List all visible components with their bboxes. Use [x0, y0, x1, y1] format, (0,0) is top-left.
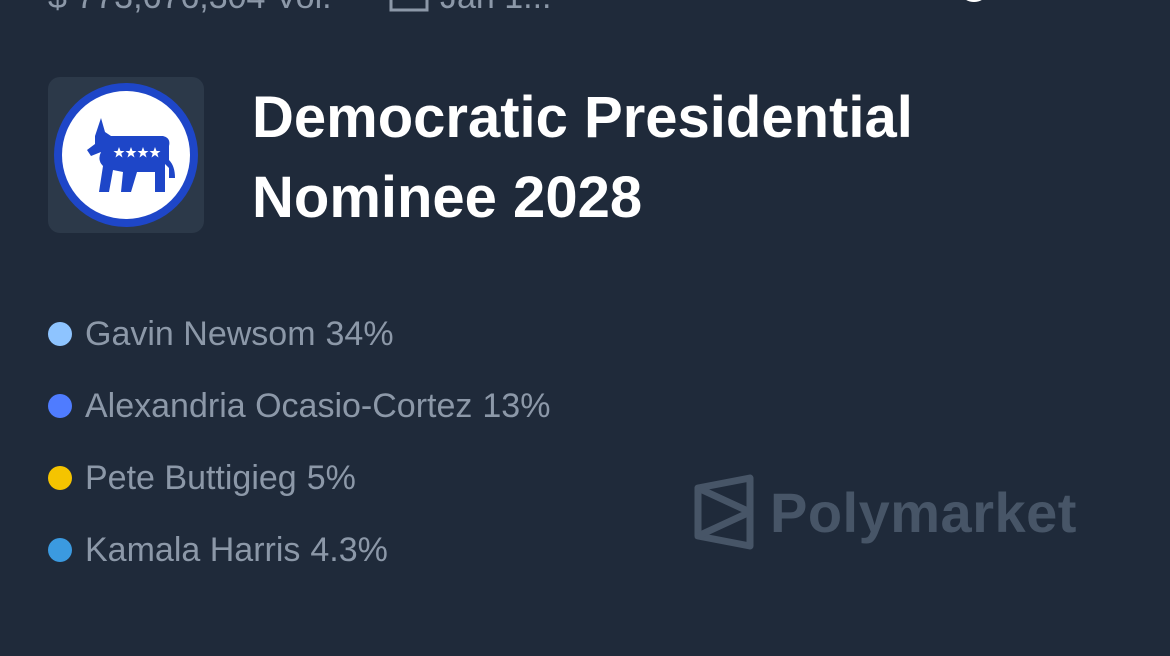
market-logo: [48, 77, 204, 233]
outcome-item[interactable]: Gavin Newsom 34%: [48, 298, 550, 370]
outcome-percent: 4.3%: [310, 530, 388, 569]
outcome-percent: 13%: [482, 386, 551, 425]
democratic-donkey-icon: [54, 83, 198, 227]
outcome-item[interactable]: Kamala Harris 4.3%: [48, 514, 550, 586]
polymarket-logo-icon: [694, 474, 754, 550]
brand-name: Polymarket: [770, 480, 1077, 544]
end-date-text: Jan 1...: [440, 0, 552, 16]
outcome-list: Gavin Newsom 34% Alexandria Ocasio-Corte…: [48, 298, 550, 586]
outcome-item[interactable]: Pete Buttigieg 5%: [48, 442, 550, 514]
outcome-color-dot: [48, 466, 72, 490]
market-title[interactable]: Democratic Presidential Nominee 2028: [252, 78, 1132, 238]
outcome-item[interactable]: Alexandria Ocasio-Cortez 13%: [48, 370, 550, 442]
bookmark-icon[interactable]: [1056, 0, 1096, 18]
outcome-name: Gavin Newsom: [85, 314, 316, 353]
top-strip-cropped: $ 773,676,304 Vol. Jan 1...: [0, 0, 1170, 18]
outcome-percent: 5%: [306, 458, 356, 497]
outcome-color-dot: [48, 538, 72, 562]
volume-and-end-date-text: $ 773,676,304 Vol. Jan 1...: [48, 0, 551, 17]
outcome-percent: 34%: [325, 314, 394, 353]
outcome-color-dot: [48, 394, 72, 418]
calendar-icon: [389, 0, 428, 12]
polymarket-watermark: Polymarket: [692, 474, 1077, 550]
link-icon[interactable]: [952, 0, 996, 18]
outcome-color-dot: [48, 322, 72, 346]
outcome-name: Pete Buttigieg: [85, 458, 297, 497]
volume-text: $ 773,676,304 Vol.: [48, 0, 332, 16]
outcome-name: Alexandria Ocasio-Cortez: [85, 386, 473, 425]
outcome-name: Kamala Harris: [85, 530, 301, 569]
